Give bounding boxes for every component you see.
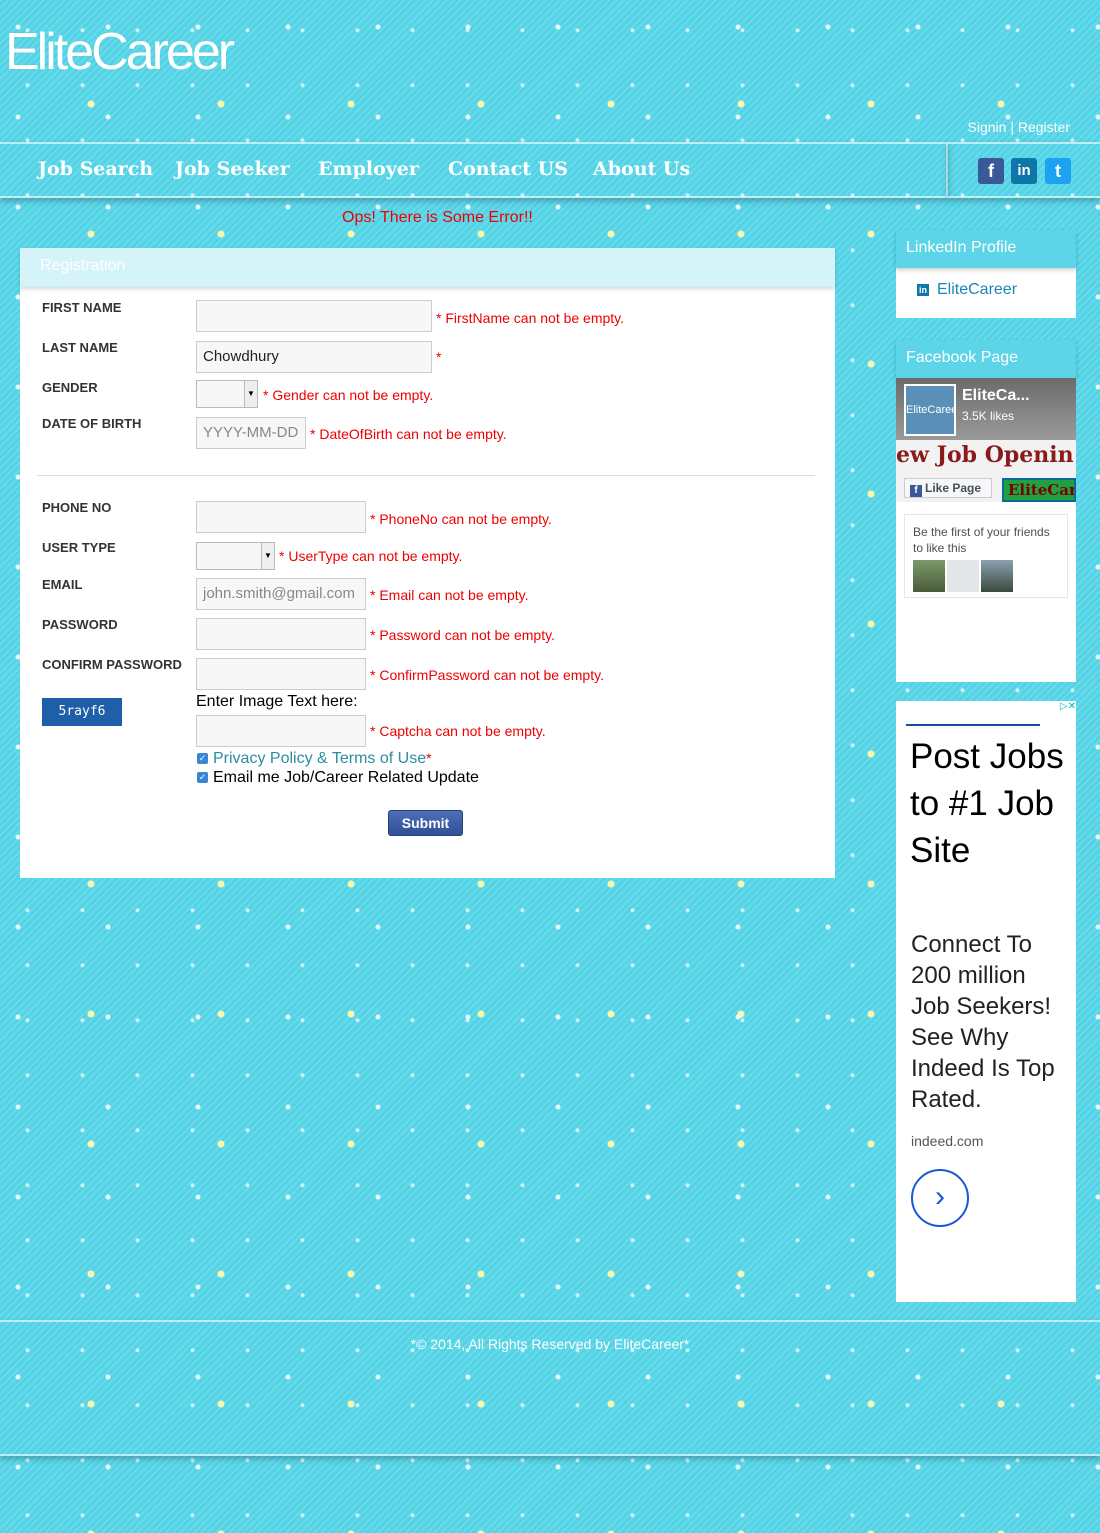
ad-domain[interactable]: indeed.com: [911, 1133, 983, 1149]
chevron-down-icon: ▼: [261, 543, 274, 569]
password-error: * Password can not be empty.: [370, 627, 555, 643]
facebook-banner-text: ew Job Openin: [896, 442, 1074, 468]
privacy-row: ✓ Privacy Policy & Terms of Use*: [197, 750, 432, 768]
gender-select[interactable]: ▼: [196, 380, 258, 408]
chevron-right-icon[interactable]: ›: [911, 1169, 969, 1227]
adchoices-icon[interactable]: ▷✕: [1046, 701, 1076, 715]
facebook-like-button[interactable]: f Like Page: [904, 478, 992, 498]
first-name-label: FIRST NAME: [42, 300, 122, 315]
nav-about-us[interactable]: About Us: [593, 158, 690, 180]
linkedin-widget-header: LinkedIn Profile: [896, 230, 1076, 268]
captcha-label: Enter Image Text here:: [196, 693, 358, 710]
registration-title: Registration: [40, 257, 126, 274]
gender-error: * Gender can not be empty.: [263, 387, 434, 403]
error-banner: Ops! There is Some Error!!: [342, 209, 533, 226]
register-link[interactable]: Register: [1018, 119, 1070, 135]
friend-avatar[interactable]: [947, 560, 979, 592]
auth-separator: |: [1010, 119, 1014, 135]
facebook-page-avatar[interactable]: EliteCareer: [904, 384, 956, 436]
user-type-select[interactable]: ▼: [196, 542, 275, 570]
friend-avatar[interactable]: [913, 560, 945, 592]
facebook-widget: Facebook Page EliteCareer EliteCa... 3.5…: [896, 340, 1076, 682]
facebook-cover-logo: EliteCar: [1002, 478, 1076, 502]
dob-input[interactable]: YYYY-MM-DD: [196, 417, 306, 449]
dob-label: DATE OF BIRTH: [42, 416, 142, 431]
linkedin-profile-link[interactable]: EliteCareer: [937, 281, 1017, 299]
linkedin-small-icon: in: [917, 284, 929, 296]
email-updates-checkbox[interactable]: ✓: [197, 772, 208, 784]
email-updates-label: Email me Job/Career Related Update: [213, 769, 479, 786]
first-name-error: * FirstName can not be empty.: [436, 310, 625, 326]
twitter-icon[interactable]: t: [1045, 158, 1071, 184]
facebook-cover: EliteCareer EliteCa... 3.5K likes ew Job…: [896, 378, 1076, 502]
password-input[interactable]: [196, 618, 366, 650]
phone-error: * PhoneNo can not be empty.: [370, 511, 552, 527]
confirm-password-input[interactable]: [196, 658, 366, 690]
user-type-label: USER TYPE: [42, 540, 116, 555]
social-links: f in t: [948, 142, 1100, 198]
nav-job-seeker[interactable]: Job Seeker: [175, 158, 290, 180]
facebook-friends-text: Be the first of your friends to like thi…: [913, 525, 1050, 555]
captcha-image: 5rayf6: [42, 698, 122, 726]
privacy-required: *: [426, 750, 432, 766]
last-name-required: *: [436, 349, 442, 365]
friend-avatar[interactable]: [981, 560, 1013, 592]
captcha-error: * Captcha can not be empty.: [370, 723, 546, 739]
ad-rule: [906, 724, 1040, 726]
main-nav: Job Search Job Seeker Employer Contact U…: [0, 142, 948, 198]
ad-body[interactable]: Connect To 200 million Job Seekers! See …: [911, 929, 1071, 1115]
password-label: PASSWORD: [42, 617, 118, 632]
chevron-down-icon: ▼: [244, 381, 257, 407]
user-type-error: * UserType can not be empty.: [279, 548, 463, 564]
privacy-checkbox[interactable]: ✓: [197, 753, 208, 765]
linkedin-icon[interactable]: in: [1011, 158, 1037, 184]
phone-label: PHONE NO: [42, 500, 112, 515]
auth-links: Signin | Register: [968, 119, 1070, 135]
submit-button[interactable]: Submit: [388, 810, 463, 836]
facebook-small-icon: f: [910, 485, 922, 497]
email-label: EMAIL: [42, 577, 83, 592]
facebook-widget-header: Facebook Page: [896, 340, 1076, 378]
facebook-likes-count: 3.5K likes: [962, 409, 1015, 423]
confirm-password-label: CONFIRM PASSWORD: [42, 657, 182, 672]
form-divider: [37, 475, 815, 476]
privacy-link[interactable]: Privacy Policy & Terms of Use: [213, 750, 426, 767]
email-input[interactable]: john.smith@gmail.com: [196, 578, 366, 610]
indeed-ad: ▷✕ Post Jobs to #1 Job Site Connect To 2…: [896, 701, 1076, 1302]
gender-label: GENDER: [42, 380, 98, 395]
facebook-icon[interactable]: f: [978, 158, 1004, 184]
signin-link[interactable]: Signin: [968, 119, 1007, 135]
footer: *© 2014, All Rights Reserved by EliteCar…: [0, 1320, 1100, 1456]
last-name-label: LAST NAME: [42, 340, 118, 355]
dob-error: * DateOfBirth can not be empty.: [310, 426, 507, 442]
last-name-input[interactable]: Chowdhury: [196, 341, 432, 373]
facebook-widget-title: Facebook Page: [906, 349, 1019, 366]
site-logo[interactable]: EliteCareer: [5, 22, 235, 82]
phone-input[interactable]: [196, 501, 366, 533]
email-updates-row: ✓ Email me Job/Career Related Update: [197, 769, 479, 787]
linkedin-widget-title: LinkedIn Profile: [906, 239, 1017, 256]
captcha-input[interactable]: [196, 715, 366, 747]
footer-copyright: *© 2014, All Rights Reserved by EliteCar…: [410, 1336, 690, 1352]
confirm-password-error: * ConfirmPassword can not be empty.: [370, 667, 604, 683]
facebook-page-name[interactable]: EliteCa...: [962, 387, 1030, 405]
nav-job-search[interactable]: Job Search: [38, 158, 153, 180]
ad-headline[interactable]: Post Jobs to #1 Job Site: [910, 733, 1070, 874]
email-error: * Email can not be empty.: [370, 587, 529, 603]
nav-employer[interactable]: Employer: [318, 158, 419, 180]
facebook-like-label: Like Page: [925, 481, 982, 495]
nav-contact-us[interactable]: Contact US: [448, 158, 568, 180]
facebook-friends-box: Be the first of your friends to like thi…: [904, 514, 1068, 598]
registration-header: Registration: [20, 248, 835, 287]
linkedin-widget: LinkedIn Profile in EliteCareer: [896, 230, 1076, 318]
first-name-input[interactable]: [196, 300, 432, 332]
registration-panel: Registration FIRST NAME * FirstName can …: [20, 248, 835, 878]
